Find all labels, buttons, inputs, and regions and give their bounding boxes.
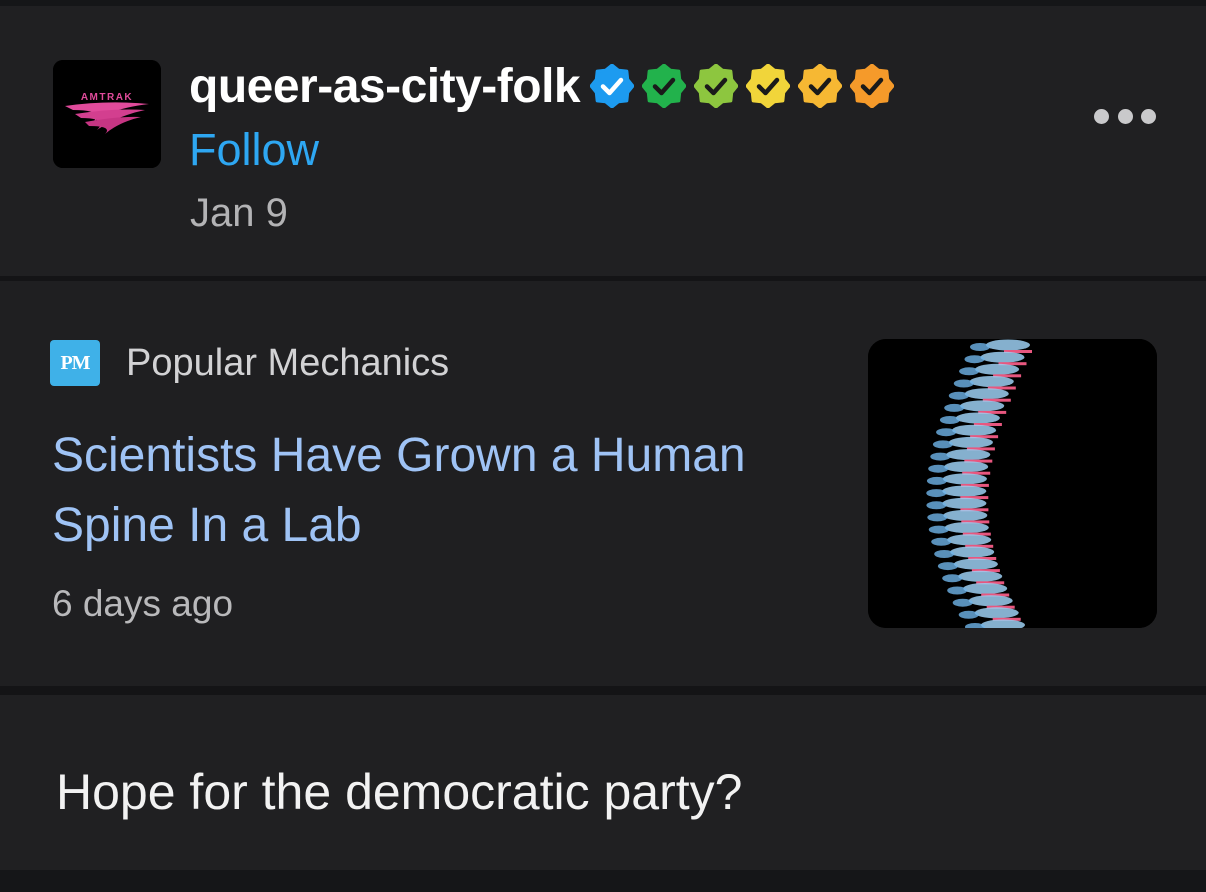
post-header: AMTRAK queer-as-city-folk Follow Jan 9 <box>0 6 1206 276</box>
vertebra <box>942 485 987 497</box>
vertebra <box>944 461 989 473</box>
divider <box>0 686 1206 695</box>
vertebra-process <box>932 440 953 449</box>
avatar[interactable]: AMTRAK <box>53 60 161 168</box>
more-dot <box>1117 108 1133 124</box>
vertebra <box>986 339 1030 351</box>
username[interactable]: queer-as-city-folk <box>189 59 581 114</box>
vertebra-process <box>939 416 960 424</box>
vertebra-process <box>952 598 973 607</box>
vertebra <box>963 583 1008 594</box>
follow-button[interactable]: Follow <box>189 124 319 176</box>
vertebra-process <box>926 476 947 485</box>
vertebra <box>980 351 1025 363</box>
vertebra <box>944 522 989 534</box>
article-headline[interactable]: Scientists Have Grown a Human Spine In a… <box>52 421 752 561</box>
vertebra-process <box>934 550 955 558</box>
vertebra <box>968 595 1013 607</box>
verified-check-icon <box>694 64 739 108</box>
vertebra <box>953 558 998 570</box>
vertebra-process <box>937 562 958 571</box>
vertebra <box>946 449 991 461</box>
vertebra <box>942 473 987 485</box>
vertebra-process <box>942 574 963 583</box>
vertebra <box>974 607 1019 619</box>
vertebra-process <box>953 379 974 388</box>
vertebra-process <box>931 537 952 546</box>
vertebra-process <box>928 464 949 473</box>
vertebra <box>943 509 988 521</box>
badges <box>590 64 895 108</box>
article-time: 6 days ago <box>52 583 234 624</box>
vertebra-process <box>926 489 947 498</box>
vertebra <box>950 546 995 558</box>
amtrak-logo-icon: AMTRAK <box>53 60 161 168</box>
vertebra <box>955 412 1000 424</box>
verified-check-icon <box>798 64 843 108</box>
vertebra <box>952 424 997 436</box>
vertebra-process <box>970 343 990 351</box>
link-card[interactable]: PM Popular Mechanics Scientists Have Gro… <box>0 281 1206 686</box>
vertebra-process <box>936 428 957 437</box>
username-row: queer-as-city-folk <box>189 56 895 116</box>
vertebra <box>958 570 1003 582</box>
post-date: Jan 9 <box>190 191 288 235</box>
vertebra-process <box>958 610 979 619</box>
post: AMTRAK queer-as-city-folk Follow Jan 9 P… <box>0 6 1206 870</box>
spine-xray-icon <box>868 339 1157 628</box>
article-thumbnail[interactable] <box>868 339 1157 628</box>
more-options-icon[interactable] <box>1094 102 1156 130</box>
avatar-label: AMTRAK <box>81 92 133 103</box>
more-dot <box>1141 108 1156 124</box>
vertebra <box>964 388 1009 400</box>
vertebra-process <box>964 355 985 364</box>
more-dot <box>1094 108 1109 124</box>
post-caption: Hope for the democratic party? <box>56 764 743 820</box>
verified-check-icon <box>590 64 635 108</box>
vertebra <box>947 534 992 546</box>
vertebra-process <box>947 586 968 595</box>
vertebra-process <box>928 525 949 534</box>
vertebra <box>942 497 987 509</box>
verified-check-icon <box>850 64 895 108</box>
vertebra <box>969 376 1014 387</box>
vertebra <box>960 400 1005 412</box>
vertebra-process <box>926 501 947 510</box>
vertebra <box>948 436 993 448</box>
source-logo: PM <box>50 340 100 386</box>
vertebra-process <box>927 513 948 522</box>
vertebra-process <box>930 452 951 461</box>
vertebra-process <box>948 391 969 400</box>
verified-check-icon <box>746 64 791 108</box>
vertebra-process <box>959 367 980 376</box>
verified-check-icon <box>642 64 687 108</box>
source-name: Popular Mechanics <box>126 342 450 384</box>
vertebra <box>975 363 1020 375</box>
vertebra-process <box>944 403 965 412</box>
